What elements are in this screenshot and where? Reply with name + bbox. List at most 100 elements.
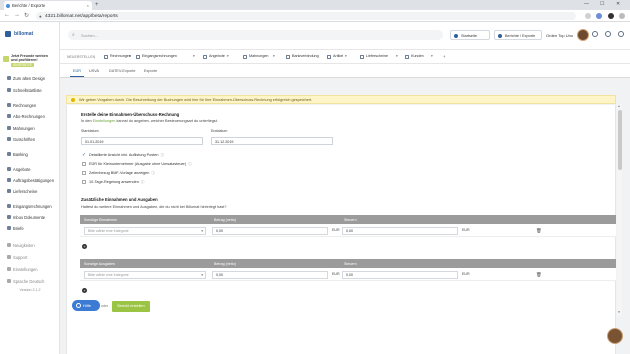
end-date-input[interactable]: 31.12.2019 [211, 137, 333, 145]
sidebar-item-credit-notes[interactable]: Gutschriften [3, 135, 57, 143]
checkbox-bmf[interactable]: Zeilenbezug BMF-Vorlage anzeigen ⓘ [81, 171, 155, 176]
income-category-select[interactable]: Bitte wähle eine Kategorie ▾ [84, 226, 206, 235]
sidebar-item-delivery-notes[interactable]: Lieferscheine [3, 187, 57, 195]
bell-icon[interactable] [592, 31, 598, 37]
back-button[interactable]: ← [4, 12, 10, 18]
article-icon [327, 54, 331, 59]
settings-link[interactable]: Einstellungen [93, 119, 116, 123]
sidebar-item-inbox[interactable]: Inbox Dokumente [3, 213, 57, 221]
expenses-amount-input[interactable]: 0,00 [212, 270, 328, 279]
avatar[interactable] [577, 29, 589, 41]
tab-datev[interactable]: DATEV-Exporte [109, 69, 136, 73]
window-close-button[interactable]: ✕ [616, 1, 620, 7]
chevron-down-icon[interactable]: ▾ [129, 54, 131, 58]
reports-button[interactable]: Berichte / Exporte [494, 30, 542, 40]
toolbar-offers[interactable]: Angebote ▾ [203, 54, 235, 60]
create-report-button[interactable]: Bericht erstellen [112, 301, 150, 312]
expenses-category-select[interactable]: Bitte wähle eine Kategorie ▾ [84, 270, 206, 279]
scrollbar[interactable]: ▲ ▼ [617, 104, 622, 316]
trash-icon[interactable]: 🗑 [536, 272, 542, 278]
info-alert: Wir geben Vorgaben durch. Die Beschreibu… [66, 95, 616, 104]
chevron-down-icon[interactable]: ▾ [273, 54, 275, 58]
sidebar-item-language[interactable]: Sprache Deutsch [3, 277, 57, 285]
toolbar-customers[interactable]: Kunden ▾ [405, 54, 435, 60]
sidebar-item-recurring[interactable]: Abo-Rechnungen [3, 112, 57, 120]
tab-euer[interactable]: EÜR [69, 69, 85, 77]
sidebar-item-invoices[interactable]: Rechnungen [3, 101, 57, 109]
info-icon[interactable]: ⓘ [141, 180, 145, 184]
toolbar-bank[interactable]: Bankverbindung [286, 54, 322, 60]
toolbar-articles[interactable]: Artikel ▾ [327, 54, 357, 60]
user-name[interactable]: Orden Top Uno [546, 33, 573, 38]
gear-icon[interactable] [605, 31, 611, 37]
user-icon[interactable] [618, 31, 624, 37]
toolbar-reminders[interactable]: Mahnungen ▾ [243, 54, 278, 60]
scroll-up-icon[interactable]: ▲ [618, 104, 621, 108]
search-input[interactable]: ⌕ Suchen... [68, 30, 443, 40]
info-icon[interactable]: ⓘ [151, 171, 155, 175]
chevron-down-icon[interactable]: ▾ [345, 54, 347, 58]
chevron-down-icon[interactable]: ▾ [227, 54, 229, 58]
checkbox-small-business[interactable]: EÜR für Kleinunternehmer (Ausgabe ohne U… [81, 162, 192, 167]
scrollbar-thumb[interactable] [617, 110, 622, 170]
sidebar-item-support[interactable]: Support [3, 253, 57, 261]
minimize-button[interactable]: — [584, 1, 589, 7]
checkbox-ten-days[interactable]: 10-Tage-Regelung anwenden ⓘ [81, 180, 144, 185]
income-tax-input[interactable]: 0,00 [342, 226, 458, 235]
tab-strip: Berichte / Exporte × + — ☐ ✕ [0, 0, 630, 10]
toolbar-item-label: Angebote [209, 54, 225, 58]
sidebar-item-label: Gutschriften [13, 136, 36, 142]
menu-icon[interactable] [619, 12, 625, 19]
info-icon[interactable]: ⓘ [160, 153, 164, 157]
extension-icon[interactable] [596, 12, 602, 19]
expenses-tax-input[interactable]: 0,00 [342, 270, 458, 279]
chevron-down-icon[interactable]: ▾ [193, 54, 195, 58]
browser-tab[interactable]: Berichte / Exporte × [4, 1, 92, 10]
sidebar-item-confirmations[interactable]: Auftragsbestätigungen [3, 176, 57, 184]
chevron-down-icon[interactable]: ▾ [396, 54, 398, 58]
sidebar-item-offers[interactable]: Angebote [3, 165, 57, 173]
add-income-button[interactable]: + [82, 244, 87, 249]
help-button[interactable]: Hilfe [72, 300, 100, 311]
income-amount-input[interactable]: 0,00 [212, 226, 328, 235]
info-icon[interactable]: ⓘ [188, 162, 192, 166]
toolbar-invoices[interactable]: Rechnungen ▾ [104, 54, 132, 60]
toolbar-add-button[interactable]: + [437, 54, 446, 60]
checkbox-detailed[interactable]: ✓ Detaillierte Ansicht inkl. Auflistung … [81, 152, 164, 158]
reload-button[interactable]: ↻ [24, 12, 29, 19]
chevron-down-icon[interactable]: ▾ [431, 54, 433, 58]
maximize-button[interactable]: ☐ [600, 1, 604, 7]
toolbar-incoming[interactable]: Eingangsrechnungen ▾ [136, 54, 196, 60]
tab-close-icon[interactable]: × [87, 3, 89, 8]
scroll-down-icon[interactable]: ▼ [618, 310, 621, 314]
sidebar-item-news[interactable]: Neuigkeiten [3, 241, 57, 249]
sidebar-item-reminders[interactable]: Mahnungen [3, 124, 57, 132]
sidebar-item-old-design[interactable]: Zum alten Design [3, 74, 57, 82]
sidebar-item-settings[interactable]: Einstellungen [3, 265, 57, 273]
tab-exports[interactable]: Exporte [144, 69, 157, 73]
sidebar-item-incoming[interactable]: Eingangsrechnungen [3, 202, 57, 210]
star-icon[interactable] [585, 12, 591, 19]
sidebar-item-quickstart[interactable]: Schnellstartliste [3, 86, 57, 94]
checkbox-box [82, 162, 86, 166]
add-expense-button[interactable]: + [82, 288, 87, 293]
tab-usva[interactable]: USVA [89, 69, 99, 73]
chat-avatar[interactable] [607, 328, 623, 344]
url-field[interactable]: ● 4321.billomat.net/app/beta/reports [36, 12, 576, 20]
brand-logo[interactable]: billomat [5, 29, 55, 41]
promo-badge: ANGEBOTE [11, 62, 34, 68]
profile-icon[interactable] [608, 12, 614, 19]
trash-icon[interactable]: 🗑 [536, 228, 542, 234]
chart-icon [498, 33, 502, 38]
bank-icon [286, 54, 290, 59]
toolbar-delivery[interactable]: Lieferscheine ▾ [360, 54, 404, 60]
promo-box[interactable]: Jetzt Freunde werben und profitieren! AN… [3, 54, 57, 74]
sidebar-item-letters[interactable]: Briefe [3, 224, 57, 232]
start-date-input[interactable]: 01.01.2019 [81, 137, 203, 145]
lock-icon: ● [39, 13, 42, 19]
sidebar-item-banking[interactable]: Banking [3, 150, 57, 158]
new-tab-button[interactable]: + [95, 2, 99, 8]
home-button[interactable]: Startseite [450, 30, 490, 40]
forward-button[interactable]: → [14, 12, 20, 18]
incoming-icon [7, 204, 11, 208]
